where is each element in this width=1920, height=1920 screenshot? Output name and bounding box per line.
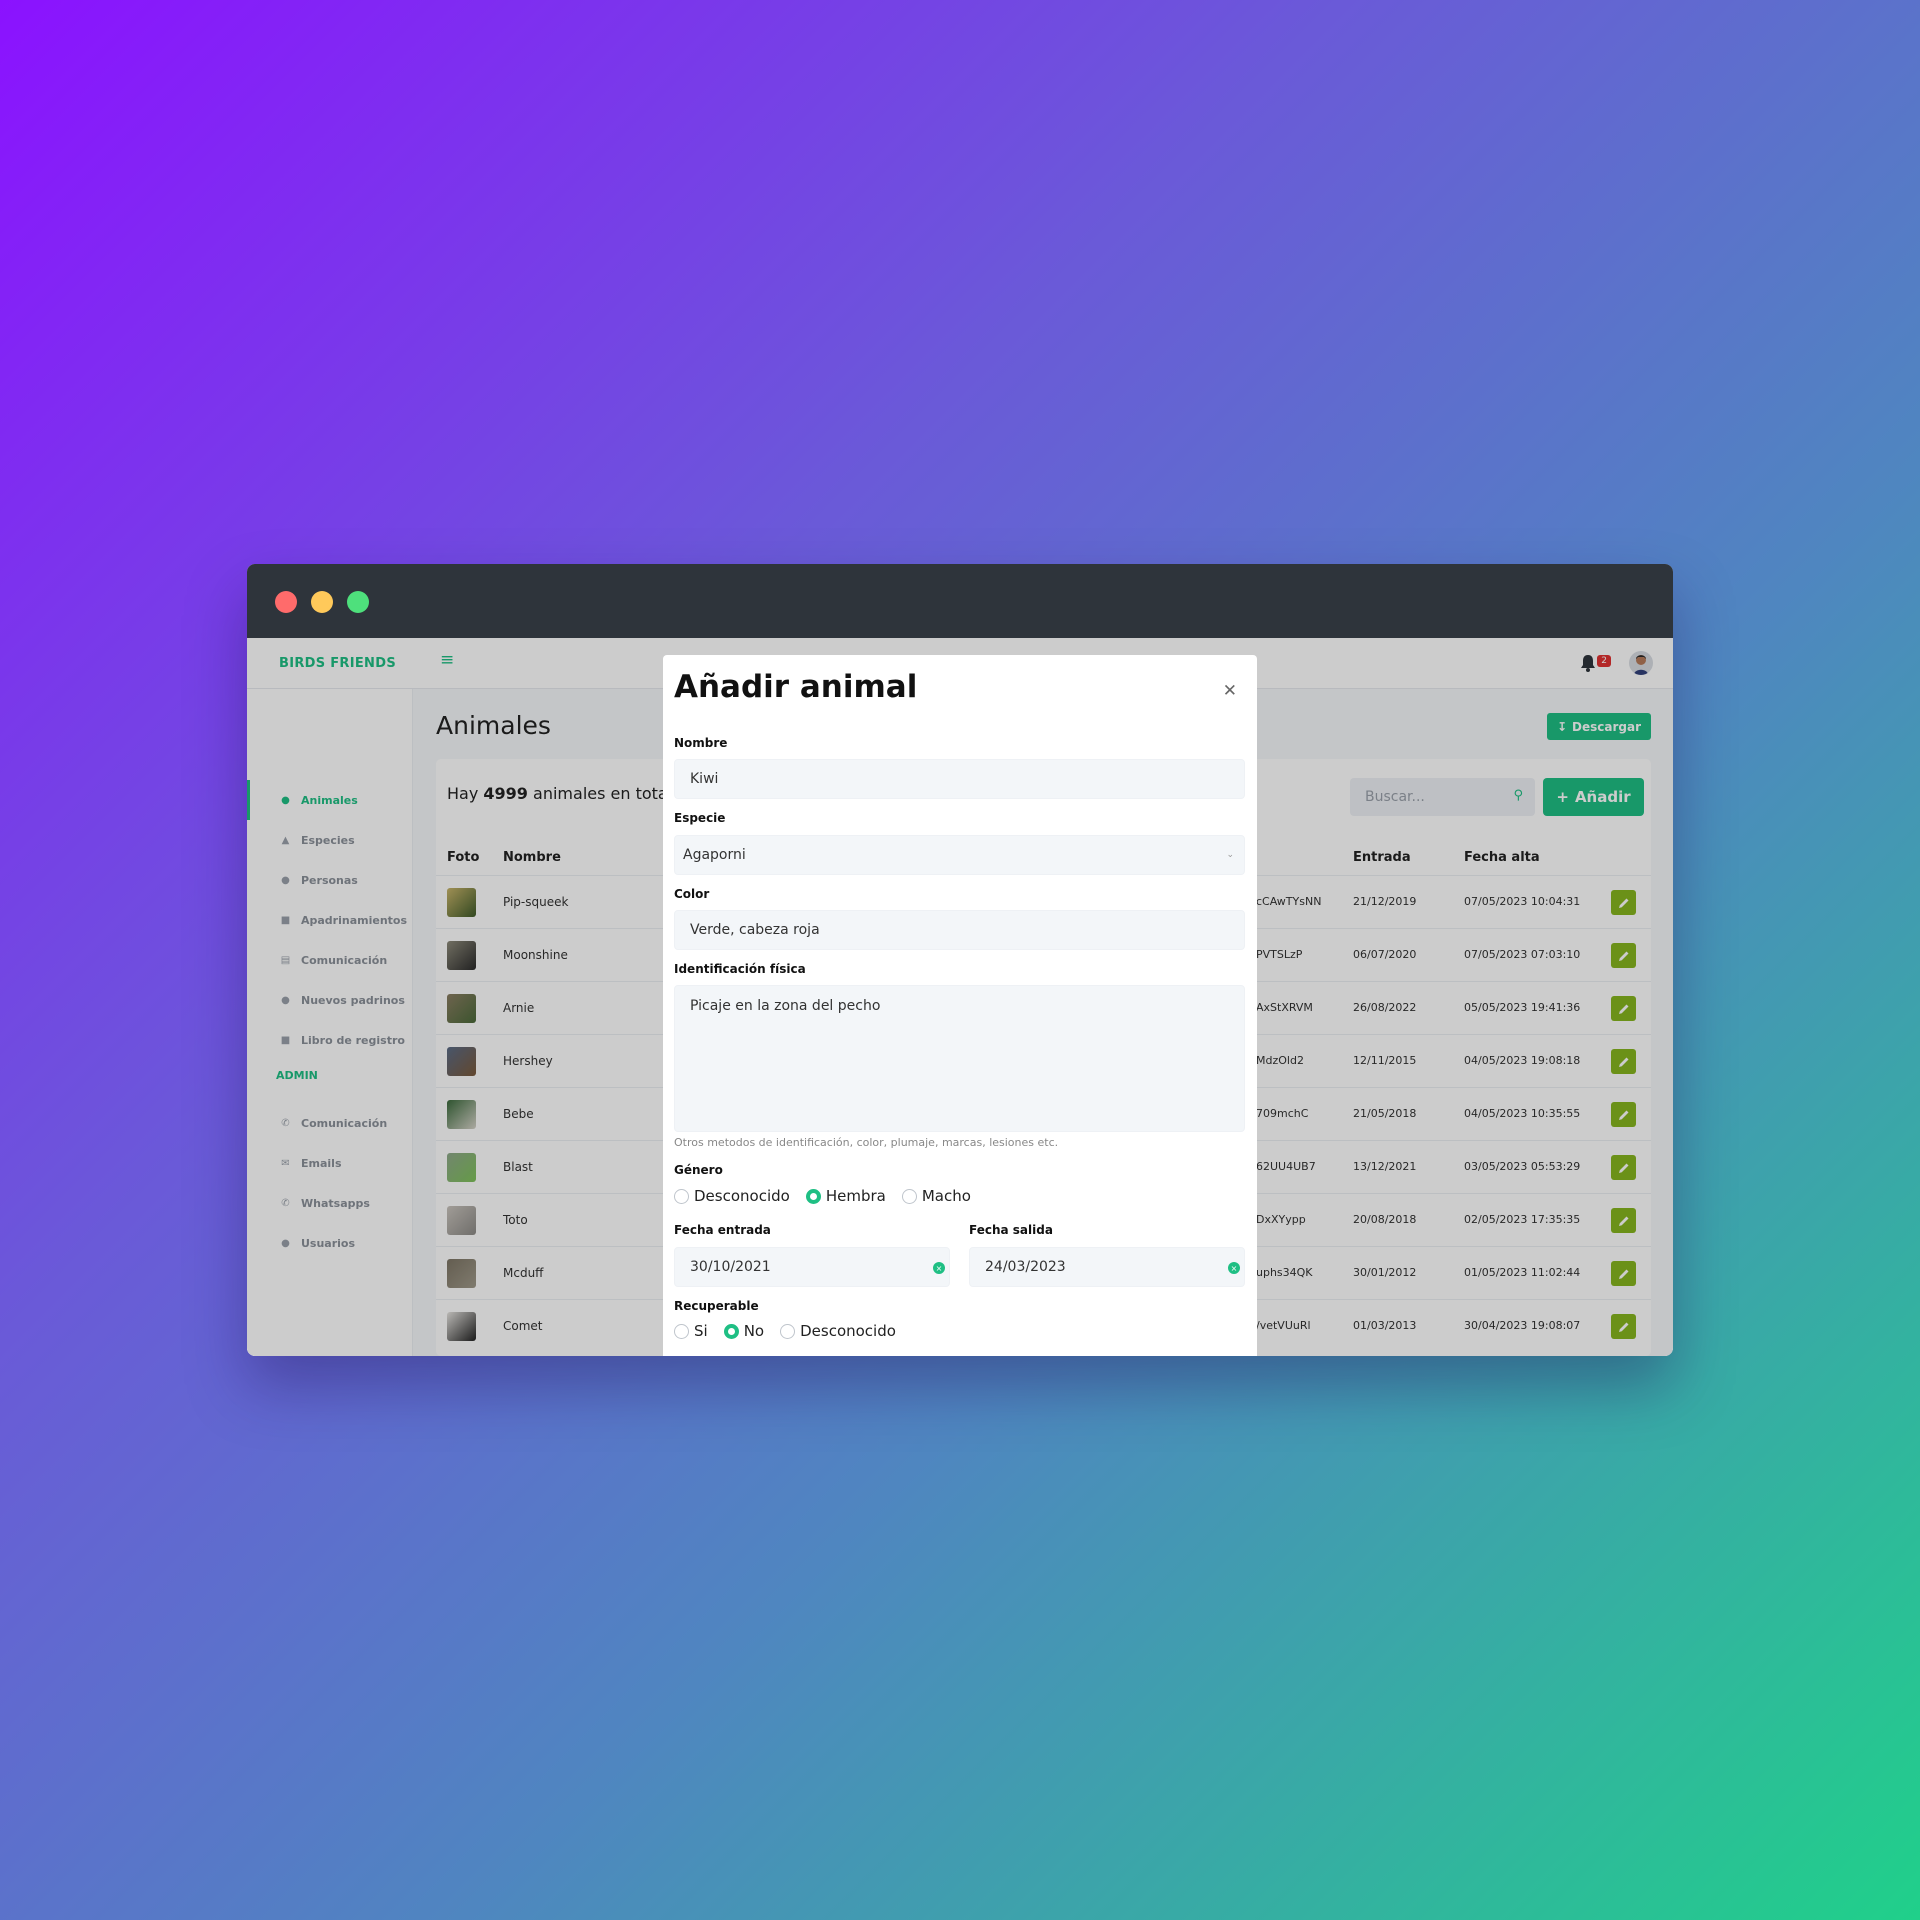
especie-value: Agaporni [683, 847, 746, 863]
recuperable-option-no[interactable]: No [723, 1322, 765, 1340]
radio-label: Macho [921, 1187, 971, 1205]
app-window: BIRDS FRIENDS ≡ 2 ● Animales ▲ Especies … [247, 564, 1673, 1356]
fecha-entrada-field[interactable]: 30/10/2021 × [674, 1247, 950, 1287]
identificacion-value: Picaje en la zona del pecho [690, 998, 881, 1014]
radio-label: Si [694, 1322, 708, 1340]
radio-circle[interactable] [805, 1188, 821, 1204]
recuperable-option-si[interactable]: Si [674, 1322, 708, 1340]
genero-option-desconocido[interactable]: Desconocido [674, 1187, 790, 1205]
color-label: Color [674, 887, 710, 901]
radio-circle[interactable] [674, 1188, 689, 1204]
nombre-value: Kiwi [690, 771, 719, 787]
identificacion-help: Otros metodos de identificación, color, … [674, 1136, 1059, 1149]
nombre-label: Nombre [674, 736, 728, 750]
identificacion-textarea[interactable]: Picaje en la zona del pecho [674, 985, 1245, 1132]
close-window-button[interactable] [275, 591, 297, 613]
recuperable-label: Recuperable [674, 1299, 759, 1313]
modal-title: Añadir animal [674, 669, 918, 705]
radio-circle[interactable] [901, 1188, 917, 1204]
app-content: BIRDS FRIENDS ≡ 2 ● Animales ▲ Especies … [247, 638, 1673, 1356]
recuperable-option-desconocido[interactable]: Desconocido [780, 1322, 896, 1340]
fecha-entrada-value: 30/10/2021 [690, 1259, 771, 1275]
minimize-window-button[interactable] [311, 591, 333, 613]
window-titlebar [247, 564, 1673, 638]
radio-label: Desconocido [800, 1322, 896, 1340]
nombre-field[interactable]: Kiwi [674, 759, 1245, 799]
radio-circle[interactable] [674, 1323, 689, 1339]
genero-radio-group: Desconocido Hembra Macho [674, 1187, 987, 1205]
chevron-down-icon: ⌄ [1226, 850, 1234, 860]
genero-label: Género [674, 1163, 723, 1177]
fecha-entrada-label: Fecha entrada [674, 1223, 771, 1237]
radio-circle[interactable] [780, 1323, 796, 1339]
especie-label: Especie [674, 811, 726, 825]
clear-date-icon[interactable]: × [933, 1262, 945, 1274]
clear-date-icon[interactable]: × [1228, 1262, 1240, 1274]
radio-circle[interactable] [723, 1323, 739, 1339]
color-field[interactable]: Verde, cabeza roja [674, 910, 1245, 950]
radio-label: No [743, 1322, 765, 1340]
add-animal-modal: Añadir animal ✕ Nombre Kiwi Especie Agap… [663, 655, 1257, 1356]
color-value: Verde, cabeza roja [690, 922, 820, 938]
recuperable-radio-group: Si No Desconocido [674, 1322, 912, 1340]
fecha-salida-label: Fecha salida [969, 1223, 1053, 1237]
identificacion-label: Identificación física [674, 962, 806, 976]
radio-label: Desconocido [694, 1187, 790, 1205]
fecha-salida-field[interactable]: 24/03/2023 × [969, 1247, 1245, 1287]
radio-label: Hembra [825, 1187, 886, 1205]
fecha-salida-value: 24/03/2023 [985, 1259, 1066, 1275]
close-icon[interactable]: ✕ [1223, 681, 1237, 701]
genero-option-macho[interactable]: Macho [901, 1187, 971, 1205]
especie-select[interactable]: Agaporni ⌄ [674, 835, 1245, 875]
genero-option-hembra[interactable]: Hembra [805, 1187, 886, 1205]
maximize-window-button[interactable] [347, 591, 369, 613]
